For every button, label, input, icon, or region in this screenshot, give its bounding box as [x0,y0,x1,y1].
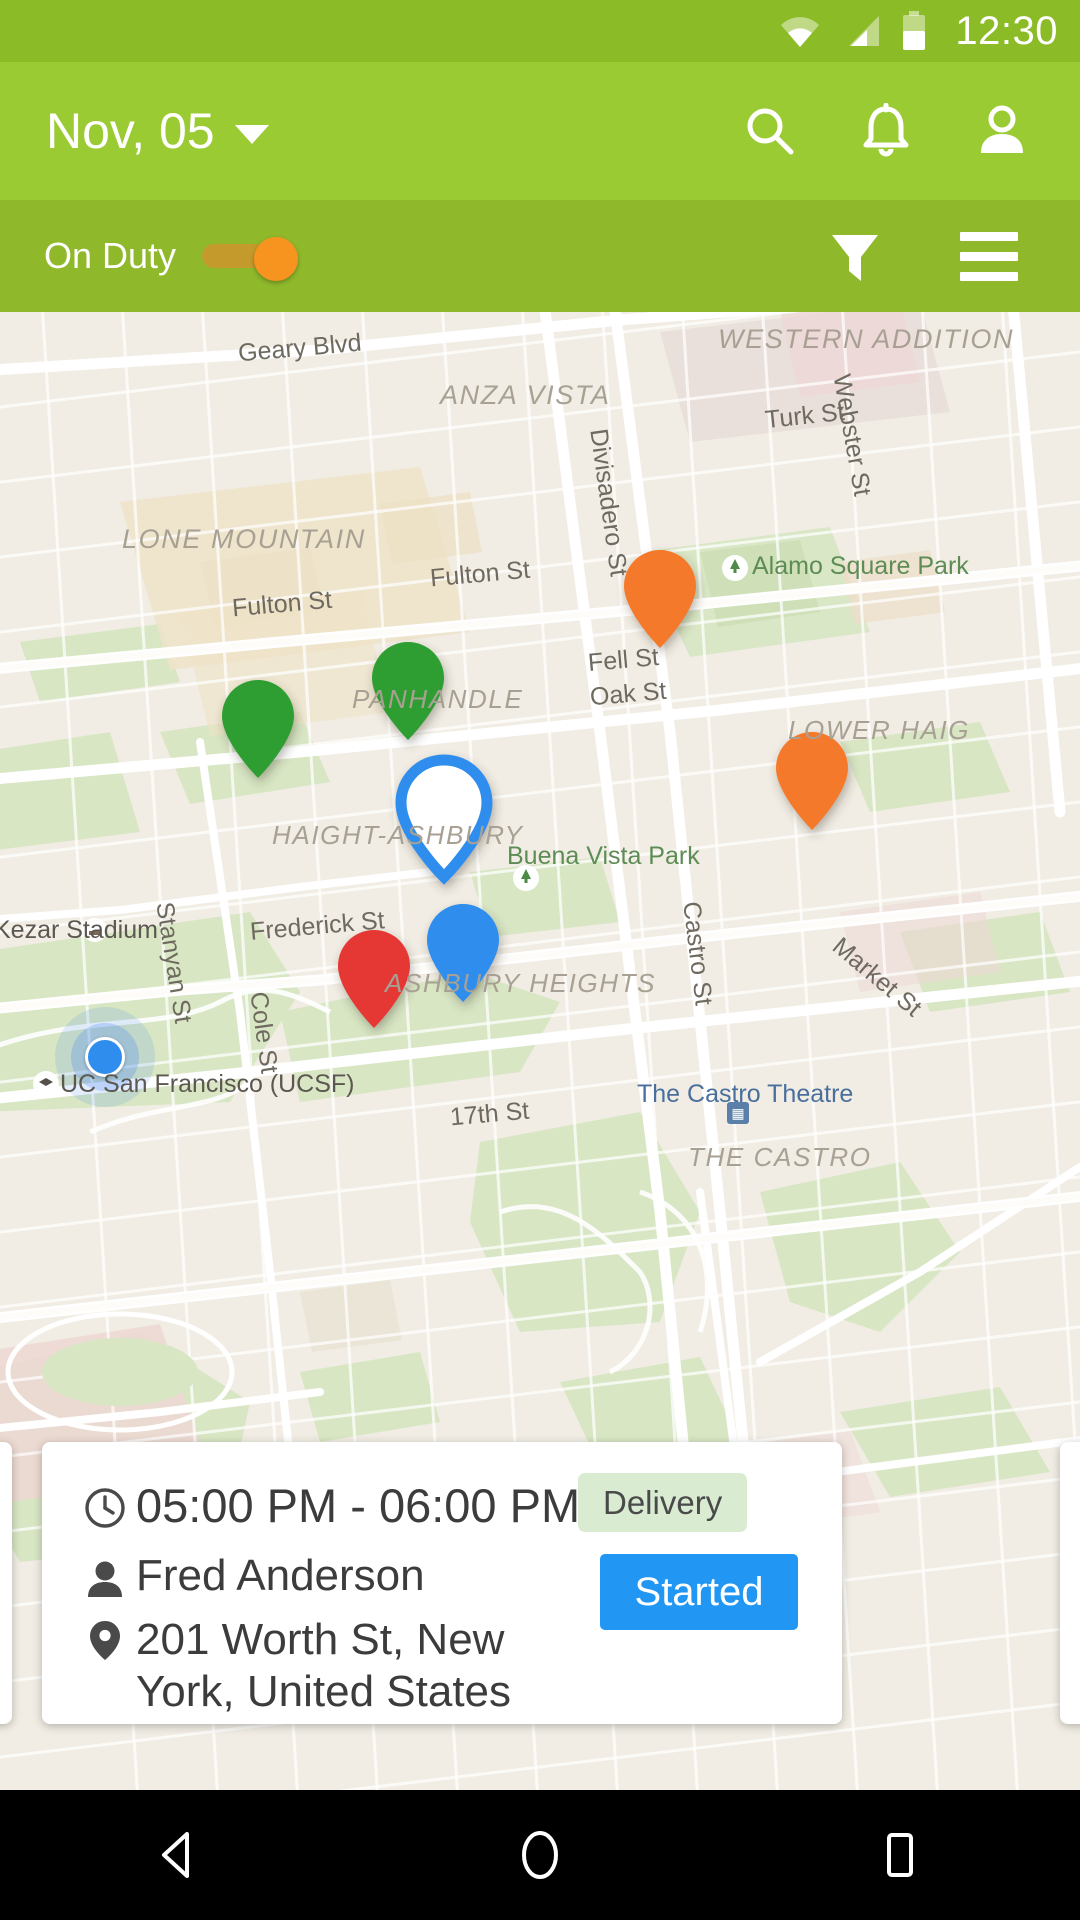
nav-home-button[interactable] [460,1790,620,1920]
search-icon[interactable] [740,101,800,161]
location-pin-icon [78,1614,132,1662]
duty-bar: On Duty [0,200,1080,312]
on-duty-label: On Duty [44,235,177,276]
task-time-range: 05:00 PM - 06:00 PM [136,1479,581,1532]
task-customer-name: Fred Anderson [136,1551,425,1600]
menu-hamburger-icon[interactable] [958,225,1020,287]
notifications-bell-icon[interactable] [856,101,916,161]
status-bar-time: 12:30 [955,9,1058,53]
app-bar-actions [740,101,1046,161]
app-bar: Nov, 05 [0,62,1080,200]
on-duty-toggle[interactable] [202,237,299,281]
android-navigation-bar [0,1790,1080,1920]
chevron-down-icon [234,124,269,144]
task-time-row: 05:00 PM - 06:00 PM [78,1482,580,1530]
person-icon [78,1554,132,1602]
cellular-signal-icon [841,14,881,48]
task-type-badge: Delivery [578,1473,748,1532]
task-card[interactable]: 05:00 PM - 06:00 PM Delivery Fred Anders… [42,1442,842,1724]
status-bar: 12:30 [0,0,1080,62]
clock-icon [78,1482,132,1530]
task-customer-row: Fred Anderson [78,1554,425,1602]
date-selector[interactable]: Nov, 05 [46,106,269,156]
toggle-knob [254,237,299,281]
nav-back-button[interactable] [100,1790,260,1920]
svg-text:▦: ▦ [731,1105,744,1121]
task-address: 201 Worth St, New York, United States [136,1615,512,1716]
task-address-row: 201 Worth St, New York, United States [78,1614,566,1718]
profile-person-icon[interactable] [972,101,1032,161]
filter-icon[interactable] [824,225,886,287]
wifi-icon [779,14,821,48]
page-title: Nov, 05 [46,103,215,159]
battery-icon [901,11,927,51]
task-status-button[interactable]: Started [600,1554,798,1630]
nav-recents-button[interactable] [820,1790,980,1920]
duty-bar-actions [824,225,1046,287]
